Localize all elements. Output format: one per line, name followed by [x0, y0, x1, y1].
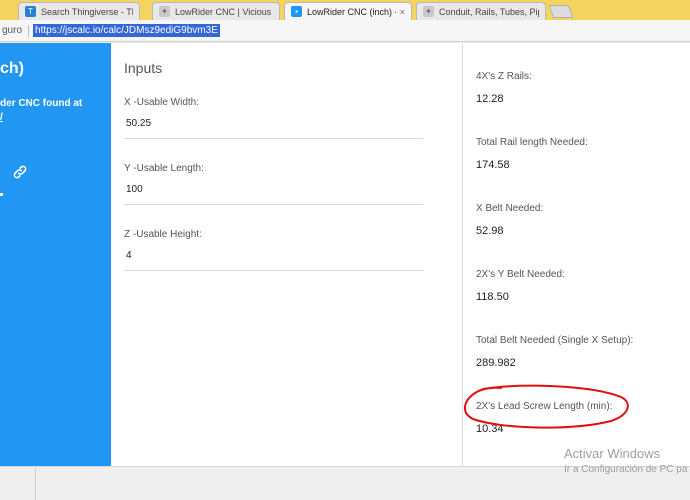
inputs-panel: Inputs X -Usable Width: 50.25 Y -Usable …	[111, 43, 462, 466]
close-icon[interactable]: ×	[400, 7, 405, 17]
usable-width-input[interactable]: 50.25	[124, 117, 423, 139]
new-tab-button[interactable]	[548, 5, 574, 18]
usable-length-field: Y -Usable Length: 100	[124, 163, 423, 205]
tab-label: Conduit, Rails, Tubes, Pip	[439, 6, 539, 17]
field-label: X -Usable Width:	[124, 97, 200, 108]
usable-height-field: Z -Usable Height: 4	[124, 229, 423, 271]
tab-lowrider-vicious[interactable]: ✦ LowRider CNC | Vicious C...	[152, 2, 280, 20]
calculator-title: ch)	[0, 60, 24, 77]
inputs-title: Inputs	[124, 60, 163, 76]
tab-conduit-rails[interactable]: ✦ Conduit, Rails, Tubes, Pip...	[416, 2, 546, 20]
tab-label: LowRider CNC (inch) - JS	[307, 6, 396, 17]
output-label: Total Rail length Needed:	[476, 137, 588, 148]
output-label: 2X's Y Belt Needed:	[476, 269, 565, 280]
tab-label: LowRider CNC | Vicious C	[175, 6, 273, 17]
output-total-belt: Total Belt Needed (Single X Setup): 289.…	[476, 335, 633, 369]
field-label: Y -Usable Length:	[124, 163, 204, 174]
puzzle-icon: ✦	[159, 6, 170, 17]
bottom-divider	[35, 467, 36, 500]
output-label: X Belt Needed:	[476, 203, 544, 214]
output-total-rail: Total Rail length Needed: 174.58	[476, 137, 588, 171]
usable-height-input[interactable]: 4	[124, 249, 423, 271]
output-label: 4X's Z Rails:	[476, 71, 532, 82]
output-z-rails: 4X's Z Rails: 12.28	[476, 71, 532, 105]
secure-label: guro	[2, 25, 23, 36]
usable-length-input[interactable]: 100	[124, 183, 423, 205]
output-label: Total Belt Needed (Single X Setup):	[476, 335, 634, 346]
thingiverse-icon: T	[25, 6, 36, 17]
output-lead-screw: 2X's Lead Screw Length (min): 10.34	[476, 401, 612, 435]
output-value: 289.982	[476, 357, 516, 369]
link-icon[interactable]	[12, 164, 28, 180]
tab-strip: T Search Thingiverse - Thi... ✦ LowRider…	[0, 0, 690, 20]
calculator-description: der CNC found at /	[0, 97, 108, 125]
jscalc-icon: ▪	[291, 6, 302, 17]
windows-activation-title: Activar Windows	[564, 446, 661, 461]
address-separator	[28, 24, 30, 37]
address-bar[interactable]: guro https://jscalc.io/calc/JDMsz9ediG9b…	[0, 20, 690, 42]
sidebar-dot	[0, 193, 3, 196]
output-value: 10.34	[476, 423, 504, 435]
output-value: 12.28	[476, 93, 504, 105]
description-line: der CNC found at	[0, 98, 83, 109]
output-value: 118.50	[476, 291, 509, 303]
url-text[interactable]: https://jscalc.io/calc/JDMsz9ediG9bvm3E	[33, 24, 220, 37]
output-y-belt: 2X's Y Belt Needed: 118.50	[476, 269, 565, 303]
tab-lowrider-inch[interactable]: ▪ LowRider CNC (inch) - JS... ×	[284, 2, 412, 20]
output-x-belt: X Belt Needed: 52.98	[476, 203, 543, 237]
output-value: 52.98	[476, 225, 504, 237]
calculator-sidebar: ch) der CNC found at /	[0, 43, 111, 466]
usable-width-field: X -Usable Width: 50.25	[124, 97, 423, 139]
outputs-panel: 4X's Z Rails: 12.28 Total Rail length Ne…	[463, 43, 690, 466]
tab-label: Search Thingiverse - Thi	[41, 6, 133, 17]
description-link[interactable]: /	[0, 111, 108, 125]
windows-activation-subtitle: Ir a Configuración de PC pa	[564, 464, 688, 475]
output-value: 174.58	[476, 159, 510, 171]
output-label: 2X's Lead Screw Length (min):	[476, 401, 613, 412]
tab-search-thingiverse[interactable]: T Search Thingiverse - Thi...	[18, 2, 140, 20]
puzzle-icon: ✦	[423, 6, 434, 17]
field-label: Z -Usable Height:	[124, 229, 202, 240]
